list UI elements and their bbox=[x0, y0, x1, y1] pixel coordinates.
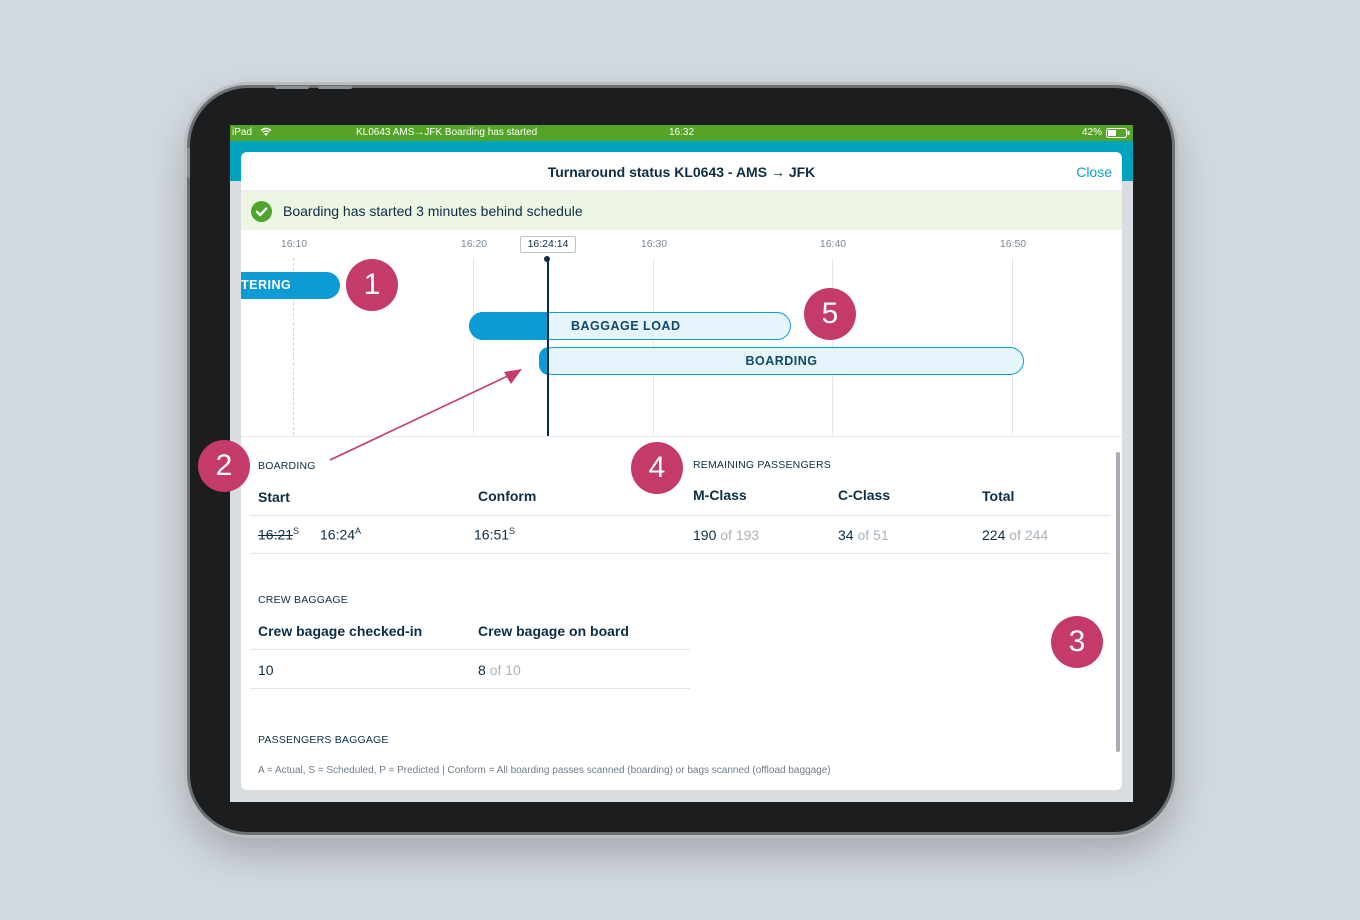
crew-checked-in-value: 10 bbox=[258, 662, 274, 678]
annotation-marker-4: 4 bbox=[631, 442, 683, 494]
baggage-load-label: BAGGAGE LOAD bbox=[571, 319, 681, 333]
c-class-header: C-Class bbox=[838, 487, 891, 503]
m-class-value: 190 of 193 bbox=[693, 527, 760, 543]
status-time: 16:32 bbox=[669, 127, 695, 138]
tick-label: 16:50 bbox=[999, 238, 1027, 250]
modal-title: Turnaround status KL0643 - AMS → JFK bbox=[241, 152, 1122, 191]
check-circle-icon bbox=[251, 201, 272, 222]
tick-label: 16:40 bbox=[819, 238, 847, 250]
divider bbox=[250, 649, 690, 650]
status-banner: Boarding has started 3 minutes behind sc… bbox=[241, 191, 1122, 230]
close-button[interactable]: Close bbox=[1076, 152, 1112, 192]
catering-bar[interactable]: TERING bbox=[241, 272, 340, 299]
divider bbox=[250, 553, 690, 554]
boarding-bar-label: BOARDING bbox=[745, 354, 818, 368]
scrollbar[interactable] bbox=[1116, 452, 1120, 752]
boarding-bar[interactable]: BOARDING bbox=[539, 347, 1024, 375]
total-value: 224 of 244 bbox=[982, 527, 1049, 543]
remaining-passengers-title: REMAINING PASSENGERS bbox=[693, 459, 831, 471]
divider bbox=[250, 515, 690, 516]
m-class-header: M-Class bbox=[693, 487, 747, 503]
boarding-section-title: BOARDING bbox=[258, 460, 316, 472]
crew-checked-in-header: Crew bagage checked-in bbox=[258, 623, 423, 639]
banner-text: Boarding has started 3 minutes behind sc… bbox=[283, 203, 583, 219]
legend-footnote: A = Actual, S = Scheduled, P = Predicted… bbox=[258, 765, 831, 776]
annotation-marker-5: 5 bbox=[804, 288, 856, 340]
crew-baggage-title: CREW BAGGAGE bbox=[258, 594, 348, 606]
crew-on-board-value: 8 of 10 bbox=[478, 662, 521, 678]
boarding-start-header: Start bbox=[258, 489, 290, 505]
tick-label: 16:20 bbox=[460, 238, 488, 250]
boarding-conform-header: Conform bbox=[478, 488, 537, 504]
current-time-label: 16:24:14 bbox=[520, 236, 576, 253]
top-button-right bbox=[318, 86, 352, 89]
total-header: Total bbox=[982, 488, 1015, 504]
tick-label: 16:30 bbox=[640, 238, 668, 250]
current-time-dot bbox=[544, 256, 550, 262]
crew-on-board-header: Crew bagage on board bbox=[478, 623, 629, 639]
top-button-left bbox=[275, 86, 309, 89]
scheduled-start-value: 16:21S bbox=[258, 526, 300, 543]
device-label: iPad bbox=[232, 127, 253, 138]
passengers-baggage-title: PASSENGERS BAGGAGE bbox=[258, 734, 389, 746]
side-button bbox=[187, 148, 190, 178]
annotation-marker-1: 1 bbox=[346, 259, 398, 311]
divider bbox=[250, 688, 690, 689]
actual-start-value: 16:24A bbox=[320, 526, 362, 543]
catering-bar-label: TERING bbox=[241, 278, 292, 292]
ios-status-bar: iPad KL0643 AMS→JFK Boarding has started… bbox=[230, 125, 1133, 141]
divider bbox=[690, 515, 1110, 516]
baggage-load-bar[interactable]: BAGGAGE LOAD bbox=[469, 312, 791, 340]
battery-percent: 42% bbox=[1082, 127, 1103, 138]
divider bbox=[690, 553, 1110, 554]
conform-value: 16:51S bbox=[474, 526, 516, 543]
current-time-line bbox=[547, 258, 549, 436]
status-flight-info: KL0643 AMS→JFK Boarding has started bbox=[356, 127, 538, 138]
annotation-arrow bbox=[329, 369, 522, 461]
annotation-marker-3: 3 bbox=[1051, 616, 1103, 668]
tick-label: 16:10 bbox=[280, 238, 308, 250]
baggage-load-progress bbox=[469, 312, 549, 340]
annotation-marker-2: 2 bbox=[198, 440, 250, 492]
c-class-value: 34 of 51 bbox=[838, 527, 889, 543]
